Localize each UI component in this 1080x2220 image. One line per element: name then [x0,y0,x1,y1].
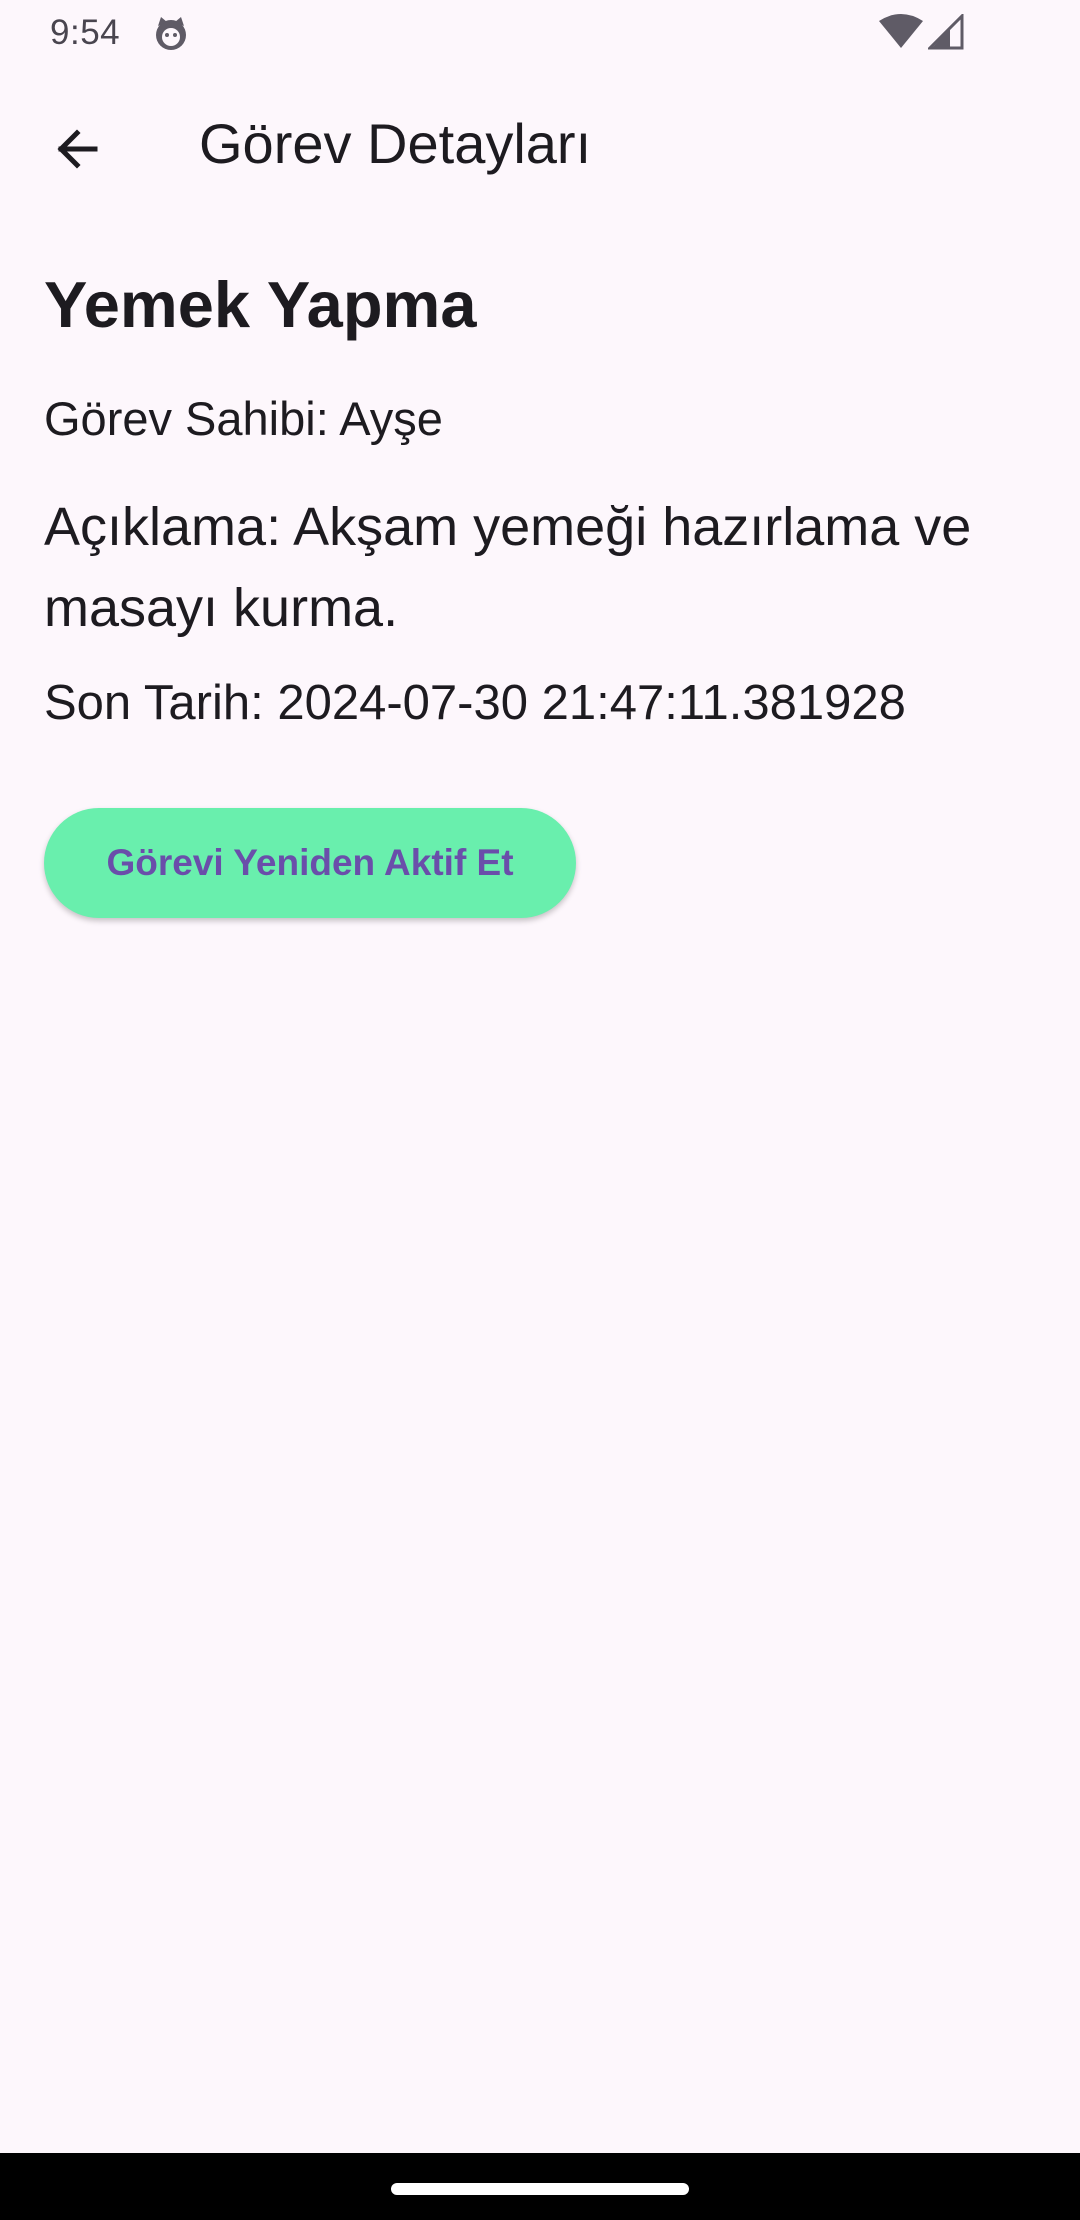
home-indicator[interactable] [391,2183,689,2195]
arrow-back-icon [52,124,102,179]
task-title: Yemek Yapma [44,268,477,341]
cat-face-icon [152,14,190,52]
task-owner-value: Ayşe [339,392,443,445]
reactivate-task-button[interactable]: Görevi Yeniden Aktif Et [44,808,576,918]
page-title: Görev Detayları [199,112,592,175]
task-deadline-value: 2024-07-30 21:47:11.381928 [277,676,906,730]
task-owner: Görev Sahibi: Ayşe [44,391,443,447]
wifi-icon [878,14,924,50]
cellular-signal-icon [926,12,964,50]
task-owner-label: Görev Sahibi: [44,392,340,445]
task-description-label: Açıklama: [44,497,294,557]
status-time: 9:54 [50,13,121,52]
status-bar: 9:54 [0,0,1080,66]
app-bar: Görev Detayları [0,66,1080,220]
back-button[interactable] [34,108,120,194]
task-deadline: Son Tarih: 2024-07-30 21:47:11.381928 [44,674,906,733]
task-description: Açıklama: Akşam yemeği hazırlama ve masa… [44,487,1034,649]
task-deadline-label: Son Tarih: [44,676,278,730]
system-navigation-bar [0,2153,1080,2220]
